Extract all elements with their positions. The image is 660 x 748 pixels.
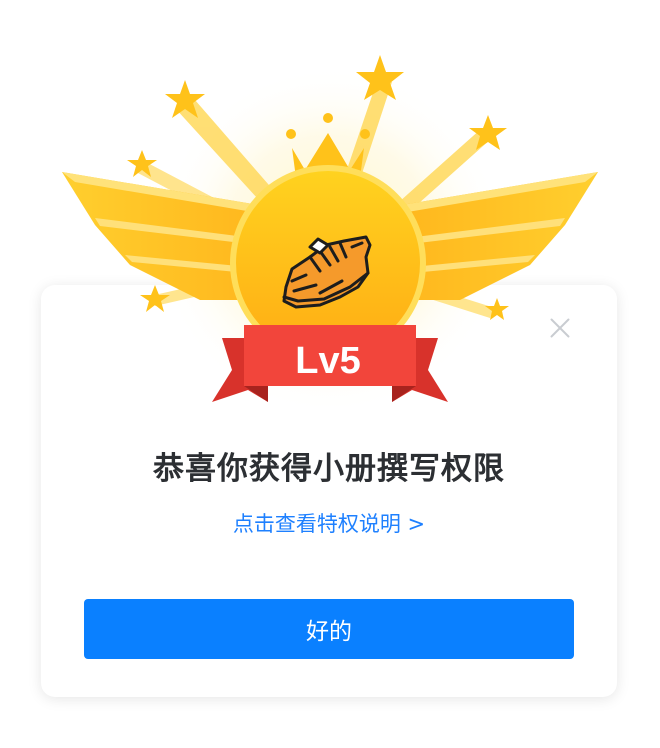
dialog-title: 恭喜你获得小册撰写权限 [153,451,505,487]
crown-icon [286,113,370,182]
close-icon[interactable] [546,314,574,342]
right-wing [360,172,598,300]
level-up-stage: Lv5 恭喜你获得小册撰写权限 点击查看特权说明 > 好的 [0,0,660,748]
confirm-button[interactable]: 好的 [84,599,574,659]
privilege-link[interactable]: 点击查看特权说明 > [41,508,617,538]
left-wing [62,172,300,300]
light-rays [136,78,495,318]
star-icon [127,55,509,320]
